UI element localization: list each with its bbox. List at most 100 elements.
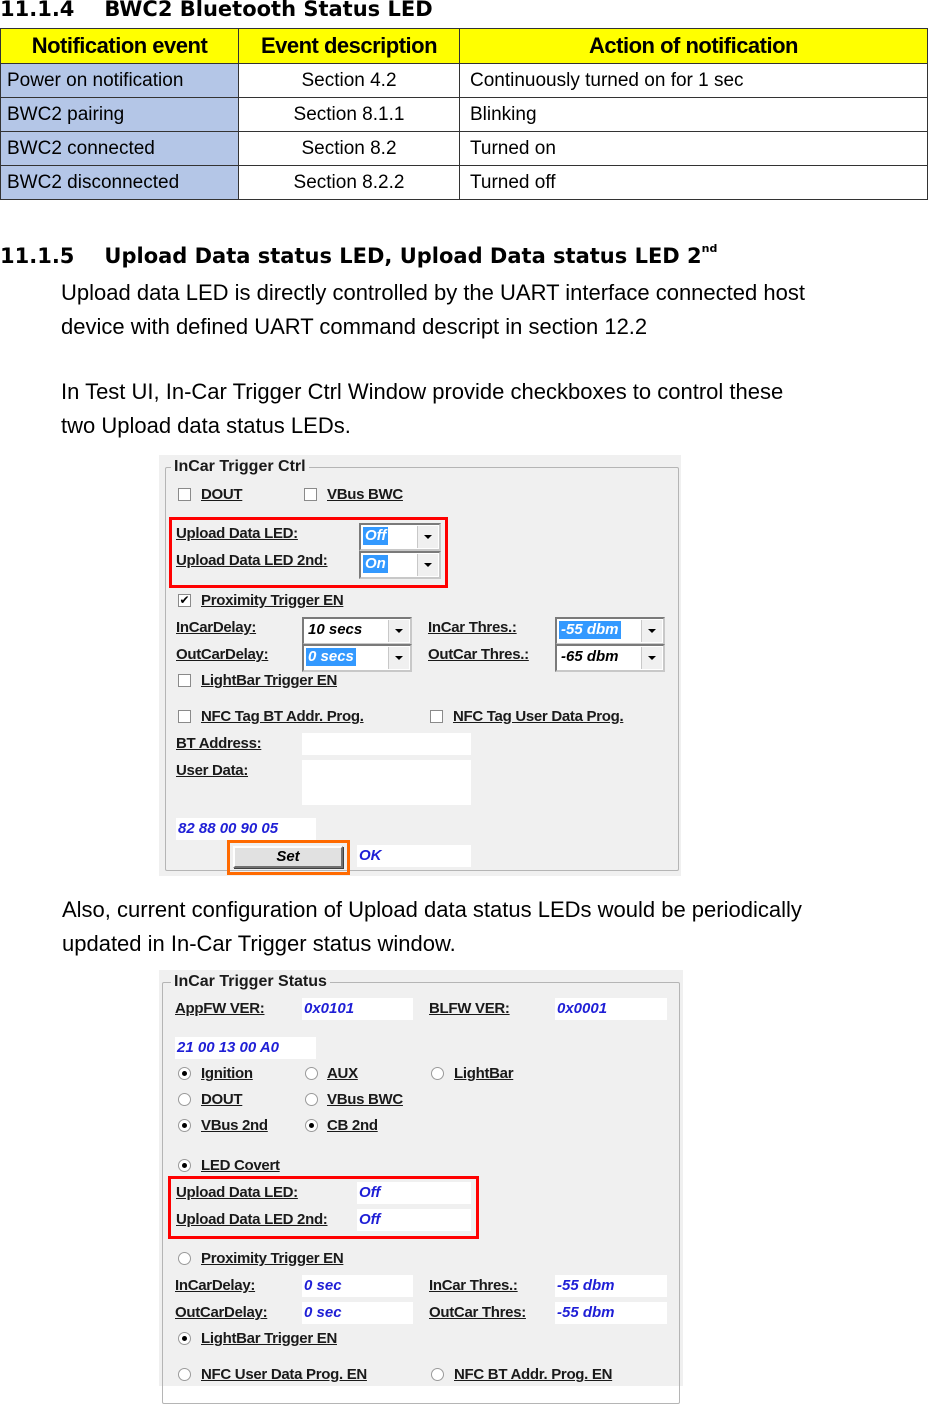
cell-description: Section 8.2.2 [238, 165, 460, 200]
section-heading-11-1-4: 11.1.4 BWC2 Bluetooth Status LED [0, 0, 433, 21]
cell-action: Turned off [459, 165, 928, 200]
lightbar-trigger-checkbox[interactable] [178, 674, 191, 687]
set-button-highlight-box [227, 840, 350, 875]
lightbar-radio [431, 1067, 444, 1080]
section-heading-11-1-5: 11.1.5 Upload Data status LED, Upload Dat… [0, 242, 718, 268]
ignition-radio [178, 1067, 191, 1080]
outcar-delay-value: 0 sec [302, 1302, 413, 1324]
lightbar-trigger-label: LightBar Trigger EN [201, 1330, 337, 1347]
section-number: 11.1.5 [0, 244, 75, 268]
cb-2nd-label: CB 2nd [327, 1117, 378, 1134]
incar-thres-label: InCar Thres.: [429, 1277, 518, 1294]
cell-action: Turned on [459, 131, 928, 166]
nfc-user-data-checkbox[interactable] [430, 710, 443, 723]
lightbar-trigger-label[interactable]: LightBar Trigger EN [201, 672, 337, 689]
status-window-title: InCar Trigger Status [171, 973, 330, 991]
nfc-user-data-label: NFC User Data Prog. EN [201, 1366, 367, 1383]
table-header-row: Notification event Event description Act… [0, 28, 928, 64]
lightbar-label: LightBar [454, 1065, 514, 1082]
paragraph-line: two Upload data status LEDs. [61, 413, 351, 438]
paragraph-line: Also, current configuration of Upload da… [62, 897, 802, 922]
lightbar-trigger-radio [178, 1332, 191, 1345]
incar-delay-select[interactable]: 10 secs [302, 617, 412, 645]
dout-label[interactable]: DOUT [201, 486, 243, 503]
cell-event: Power on notification [0, 63, 239, 98]
chevron-down-icon[interactable] [641, 620, 662, 642]
proximity-trigger-checkbox[interactable]: ✔ [178, 594, 191, 607]
dout-radio [178, 1093, 191, 1106]
paragraph-line: Upload data LED is directly controlled b… [61, 280, 805, 305]
checkmark-icon: ✔ [179, 593, 190, 607]
vbus-bwc-radio [305, 1093, 318, 1106]
user-data-input[interactable] [302, 760, 471, 805]
dout-checkbox[interactable] [178, 488, 191, 501]
paragraph-test-ui: In Test UI, In-Car Trigger Ctrl Window p… [61, 375, 783, 443]
outcar-thres-select[interactable]: -65 dbm [555, 644, 665, 672]
outcar-thres-value: -65 dbm [561, 648, 619, 665]
vbus-2nd-label: VBus 2nd [201, 1117, 268, 1134]
ctrl-window-title: InCar Trigger Ctrl [171, 458, 309, 476]
bt-address-label: BT Address: [176, 735, 262, 752]
outcar-thres-label: OutCar Thres.: [428, 646, 529, 663]
paragraph-status-window: Also, current configuration of Upload da… [62, 893, 802, 961]
ctrl-status-output: OK [357, 845, 471, 867]
chevron-down-icon[interactable] [641, 647, 662, 669]
incar-delay-value: 10 secs [308, 621, 363, 638]
incar-trigger-ctrl-window: InCar Trigger Ctrl DOUT VBus BWC Upload … [159, 455, 681, 876]
blfw-ver-value: 0x0001 [555, 998, 667, 1020]
outcar-delay-label: OutCarDelay: [176, 646, 269, 663]
incar-trigger-status-window: InCar Trigger Status AppFW VER: 0x0101 B… [159, 970, 683, 1404]
incar-delay-label: InCarDelay: [176, 619, 257, 636]
incar-thres-value: -55 dbm [555, 1275, 667, 1297]
incar-delay-label: InCarDelay: [175, 1277, 256, 1294]
cell-action: Blinking [459, 97, 928, 132]
aux-label: AUX [327, 1065, 358, 1082]
table-row: Power on notification Section 4.2 Contin… [0, 63, 928, 98]
cell-event: BWC2 pairing [0, 97, 239, 132]
aux-radio [305, 1067, 318, 1080]
outcar-thres-label: OutCar Thres: [429, 1304, 526, 1321]
proximity-trigger-label[interactable]: Proximity Trigger EN [201, 592, 344, 609]
chevron-down-icon[interactable] [388, 620, 409, 642]
ignition-label: Ignition [201, 1065, 253, 1082]
nfc-bt-addr-checkbox[interactable] [178, 710, 191, 723]
cb-2nd-radio [305, 1119, 318, 1132]
vbus-bwc-label: VBus BWC [327, 1091, 403, 1108]
incar-delay-value: 0 sec [302, 1275, 413, 1297]
vbus-bwc-checkbox[interactable] [304, 488, 317, 501]
cell-description: Section 8.2 [238, 131, 460, 166]
appfw-ver-value: 0x0101 [302, 998, 413, 1020]
vbus-bwc-label[interactable]: VBus BWC [327, 486, 403, 503]
blfw-ver-label: BLFW VER: [429, 1000, 510, 1017]
cell-event: BWC2 disconnected [0, 165, 239, 200]
nfc-user-data-radio [178, 1368, 191, 1381]
cell-description: Section 4.2 [238, 63, 460, 98]
paragraph-uart: Upload data LED is directly controlled b… [61, 276, 805, 344]
table-row: BWC2 pairing Section 8.1.1 Blinking [0, 97, 928, 132]
paragraph-line: updated in In-Car Trigger status window. [62, 931, 456, 956]
nfc-bt-addr-radio [431, 1368, 444, 1381]
status-hex-output: 21 00 13 00 A0 [175, 1037, 316, 1059]
chevron-down-icon[interactable] [388, 647, 409, 669]
paragraph-line: In Test UI, In-Car Trigger Ctrl Window p… [61, 379, 784, 404]
outcar-delay-select[interactable]: 0 secs [302, 644, 412, 672]
cell-description: Section 8.1.1 [238, 97, 460, 132]
section-title: Upload Data status LED, Upload Data stat… [104, 244, 702, 268]
nfc-bt-addr-label[interactable]: NFC Tag BT Addr. Prog. [201, 708, 364, 725]
proximity-trigger-radio [178, 1252, 191, 1265]
cell-action: Continuously turned on for 1 sec [459, 63, 928, 98]
nfc-user-data-label[interactable]: NFC Tag User Data Prog. [453, 708, 624, 725]
incar-thres-label: InCar Thres.: [428, 619, 517, 636]
bt-address-input[interactable] [302, 733, 471, 755]
upload-led-highlight-box [169, 517, 448, 588]
proximity-trigger-label: Proximity Trigger EN [201, 1250, 344, 1267]
notification-table: Notification event Event description Act… [0, 28, 928, 200]
section-title-superscript: nd [701, 242, 718, 255]
user-data-label: User Data: [176, 762, 249, 779]
col-header-description: Event description [238, 28, 460, 64]
outcar-thres-value: -55 dbm [555, 1302, 667, 1324]
section-number: 11.1.4 [0, 0, 75, 21]
paragraph-line: device with defined UART command descrip… [61, 314, 648, 339]
incar-thres-select[interactable]: -55 dbm [555, 617, 665, 645]
appfw-ver-label: AppFW VER: [175, 1000, 265, 1017]
